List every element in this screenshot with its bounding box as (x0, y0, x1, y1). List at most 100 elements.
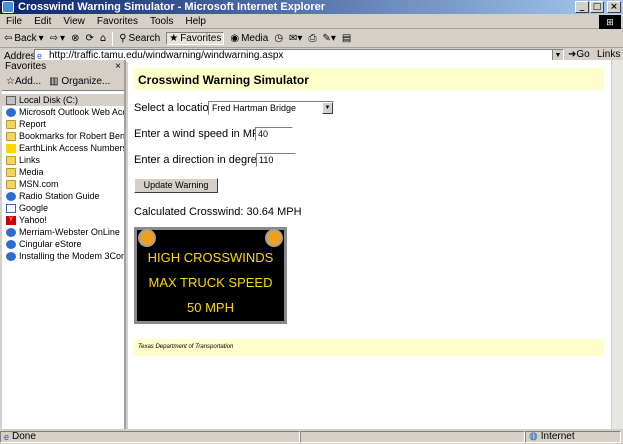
favorites-pane-title: Favorites (5, 61, 47, 72)
title-bar: Crosswind Warning Simulator - Microsoft … (0, 0, 623, 14)
location-label: Select a location: (134, 102, 218, 114)
add-favorite-button[interactable]: ☆Add... (6, 76, 41, 87)
stop-button[interactable]: ⊗ (71, 33, 79, 44)
folder-icon (6, 167, 16, 177)
mail-button[interactable]: ✉▾ (289, 33, 302, 44)
direction-value: 110 (259, 155, 274, 165)
warning-sign: HIGH CROSSWINDS MAX TRUCK SPEED 50 MPH (134, 227, 287, 324)
chevron-down-icon[interactable]: ▼ (322, 102, 333, 114)
menu-edit[interactable]: Edit (34, 16, 51, 27)
print-button[interactable]: ⎙ (308, 33, 316, 44)
favorite-item[interactable]: Radio Station Guide (2, 190, 124, 202)
favorite-item[interactable]: Cingular eStore (2, 238, 124, 250)
beacon-light-icon (138, 229, 156, 247)
footer-text: Texas Department of Transportation (138, 344, 234, 350)
favorite-item-label: Media (19, 167, 44, 177)
media-label: Media (241, 33, 269, 44)
ie-icon (6, 251, 16, 261)
favorite-item-label: Installing the Modem 3Com 10-1... (19, 251, 124, 261)
go-button[interactable]: ➜Go (568, 49, 590, 60)
update-warning-button[interactable]: Update Warning (134, 178, 218, 193)
sign-line-3: 50 MPH (187, 300, 234, 315)
favorite-item[interactable]: Local Disk (C:) (2, 94, 124, 106)
favorites-pane: Favorites × ☆Add... ▥ Organize... Local … (2, 60, 126, 429)
wind-speed-value: 40 (258, 129, 269, 139)
yahoo-icon: Y (6, 215, 16, 225)
menu-view[interactable]: View (63, 16, 85, 27)
link-icon (6, 143, 16, 153)
wind-speed-input[interactable]: 40 (255, 127, 293, 141)
favorite-item[interactable]: Links (2, 154, 124, 166)
favorite-item[interactable]: EarthLink Access Numbers (2, 142, 124, 154)
standard-toolbar: ⇦ Back ▾ ⇨ ▾ ⊗ ⟳ ⌂ ⚲ Search ★ Favorites … (0, 30, 623, 48)
favorite-item-label: MSN.com (19, 179, 59, 189)
favorite-item[interactable]: Report (2, 118, 124, 130)
ie-icon (2, 1, 14, 13)
discuss-button[interactable]: ▤ (342, 33, 351, 44)
favorite-item-label: Yahoo! (19, 215, 47, 225)
favorite-item[interactable]: Y Yahoo! (2, 214, 124, 226)
forward-arrow-icon: ⇨ (49, 33, 59, 44)
favorites-actions: ☆Add... ▥ Organize... (2, 73, 124, 91)
favorite-item[interactable]: Installing the Modem 3Com 10-1... (2, 250, 124, 262)
windows-logo-icon: ⊞ (599, 15, 621, 29)
disk-icon (6, 95, 16, 105)
favorite-item[interactable]: Media (2, 166, 124, 178)
organize-icon: ▥ (49, 76, 59, 87)
menu-bar: File Edit View Favorites Tools Help (0, 15, 623, 29)
edit-button[interactable]: ✎▾ (322, 33, 335, 44)
history-button[interactable]: ◷ (274, 33, 283, 44)
media-icon: ◉ (230, 33, 240, 44)
close-button[interactable]: × (607, 1, 621, 13)
page-content: Crosswind Warning Simulator Select a loc… (128, 60, 611, 429)
page-icon: e (4, 432, 10, 442)
status-zone: Internet (540, 431, 575, 442)
favorite-item-label: Microsoft Outlook Web Access - ... (19, 107, 124, 117)
status-text: Done (12, 431, 36, 442)
home-button[interactable]: ⌂ (100, 33, 106, 44)
favorite-item[interactable]: Merriam-Webster OnLine (2, 226, 124, 238)
add-favorite-label: Add... (14, 76, 42, 87)
menu-help[interactable]: Help (185, 16, 206, 27)
back-button[interactable]: ⇦ Back ▾ (4, 33, 44, 44)
vertical-scrollbar[interactable] (611, 60, 623, 429)
folder-icon (6, 179, 16, 189)
favorite-item[interactable]: Google (2, 202, 124, 214)
status-bar: e Done ◍ Internet (0, 430, 623, 444)
chevron-down-icon: ▾ (60, 33, 66, 44)
folder-icon (6, 155, 16, 165)
back-label: Back (14, 33, 37, 44)
favorite-item[interactable]: Microsoft Outlook Web Access - ... (2, 106, 124, 118)
sign-line-2: MAX TRUCK SPEED (148, 275, 273, 290)
ie-icon (6, 227, 16, 237)
favorite-item-label: Links (19, 155, 41, 165)
maximize-button[interactable]: □ (590, 1, 604, 13)
favorites-button[interactable]: ★ Favorites (166, 32, 225, 45)
minimize-button[interactable]: _ (575, 1, 589, 13)
menu-file[interactable]: File (6, 16, 22, 27)
status-text-cell: e Done (0, 431, 300, 443)
search-button[interactable]: ⚲ Search (119, 33, 160, 44)
favorites-pane-header: Favorites × (2, 60, 124, 73)
menu-favorites[interactable]: Favorites (97, 16, 138, 27)
favorite-item[interactable]: Bookmarks for Robert Benz (2, 130, 124, 142)
search-icon: ⚲ (119, 33, 127, 44)
location-select[interactable]: Fred Hartman Bridge ▼ (208, 101, 334, 115)
window-controls: _ □ × (575, 1, 621, 13)
page-footer: Texas Department of Transportation (134, 339, 604, 356)
favorite-item-label: Merriam-Webster OnLine (19, 227, 120, 237)
favorite-item-label: Google (19, 203, 49, 213)
menu-tools[interactable]: Tools (150, 16, 173, 27)
direction-input[interactable]: 110 (256, 153, 296, 167)
favorites-label: Favorites (180, 33, 222, 44)
media-button[interactable]: ◉ Media (230, 33, 268, 44)
calculated-crosswind: Calculated Crosswind: 30.64 MPH (134, 206, 302, 218)
close-icon[interactable]: × (115, 60, 121, 73)
status-progress-cell (300, 431, 525, 443)
favorites-list: Local Disk (C:) Microsoft Outlook Web Acc… (2, 91, 124, 262)
favorite-item[interactable]: MSN.com (2, 178, 124, 190)
forward-button[interactable]: ⇨ ▾ (50, 33, 65, 44)
location-value: Fred Hartman Bridge (212, 103, 297, 113)
organize-favorites-button[interactable]: ▥ Organize... (49, 76, 110, 87)
refresh-button[interactable]: ⟳ (85, 33, 93, 44)
